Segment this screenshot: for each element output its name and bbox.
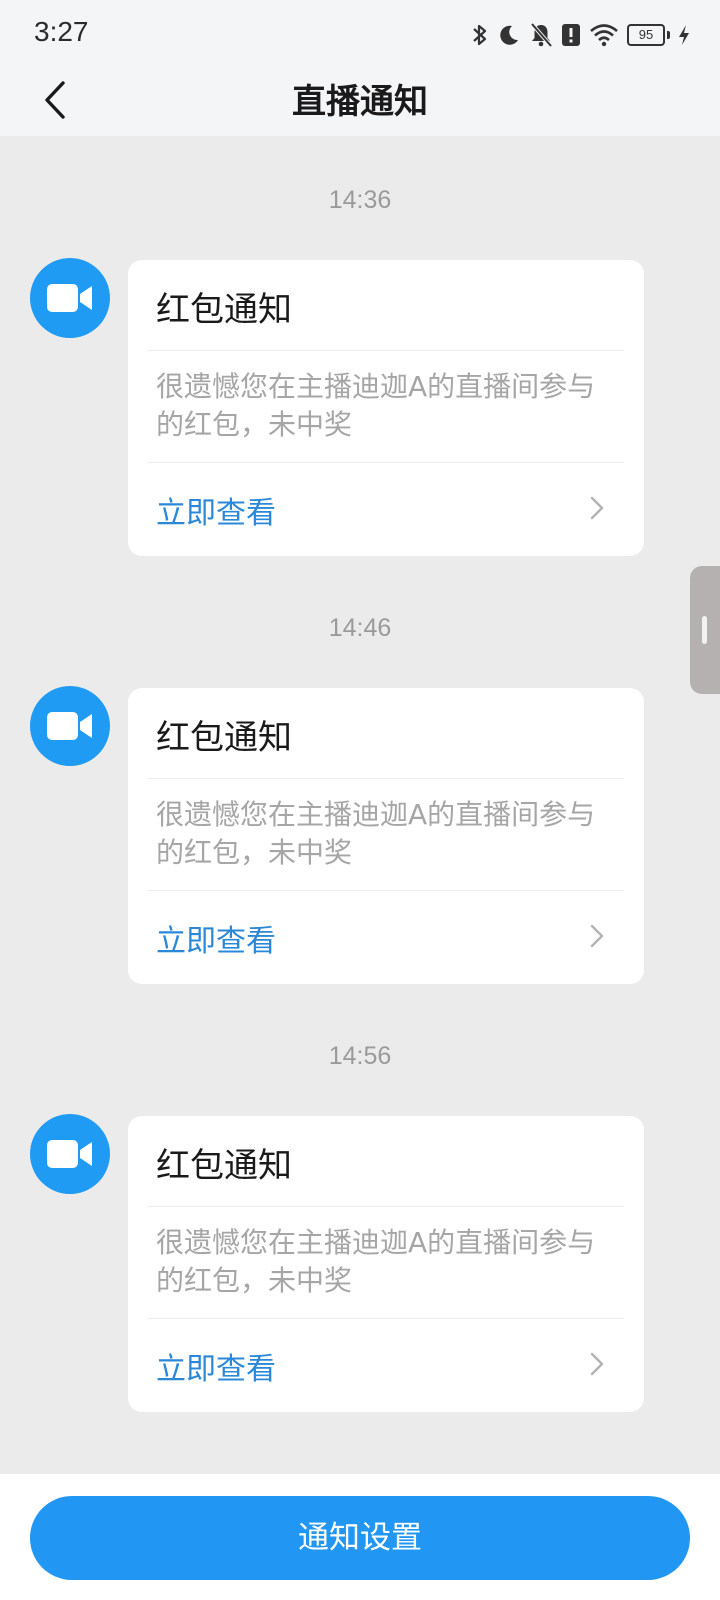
card-divider [148,1206,624,1207]
status-time: 3:27 [34,16,89,47]
notification-settings-button[interactable]: 通知设置 [30,1496,690,1580]
message-timestamp: 14:36 [328,186,392,214]
notification-card[interactable]: 红包通知 很遗憾您在主播迪迦A的直播间参与的红包，未中奖 立即查看 [128,260,644,556]
bottom-bar: 通知设置 [0,1474,720,1600]
view-now-link[interactable]: 立即查看 [128,890,644,984]
card-divider [148,778,624,779]
view-now-link[interactable]: 立即查看 [128,462,644,556]
floating-side-handle[interactable] [690,566,720,694]
video-camera-avatar[interactable] [30,1114,110,1194]
view-now-label: 立即查看 [156,496,276,531]
message-timestamp: 14:56 [328,1042,392,1070]
card-title: 红包通知 [156,718,292,758]
bluetooth-icon [471,22,489,48]
alert-icon [561,23,581,47]
wifi-icon [589,23,619,47]
moon-icon [497,23,521,47]
chevron-right-icon [590,924,604,952]
card-body: 很遗憾您在主播迪迦A的直播间参与的红包，未中奖 [156,798,596,869]
card-body: 很遗憾您在主播迪迦A的直播间参与的红包，未中奖 [156,1226,596,1297]
message-timestamp: 14:46 [328,614,392,642]
video-camera-avatar[interactable] [30,686,110,766]
battery-icon: 95 [627,24,670,46]
notification-card[interactable]: 红包通知 很遗憾您在主播迪迦A的直播间参与的红包，未中奖 立即查看 [128,688,644,984]
card-divider [148,350,624,351]
handle-grip [702,616,707,644]
chevron-right-icon [590,1352,604,1380]
video-camera-icon [47,284,92,312]
charging-icon [678,24,690,46]
page-title: 直播通知 [292,82,428,122]
battery-level: 95 [627,24,665,46]
status-icons: 95 [471,20,690,50]
status-bar: 3:27 95 [0,0,720,68]
card-title: 红包通知 [156,1146,292,1186]
view-now-link[interactable]: 立即查看 [128,1318,644,1412]
view-now-label: 立即查看 [156,924,276,959]
card-title: 红包通知 [156,290,292,330]
video-camera-icon [47,1140,92,1168]
view-now-label: 立即查看 [156,1352,276,1387]
video-camera-icon [47,712,92,740]
notification-card[interactable]: 红包通知 很遗憾您在主播迪迦A的直播间参与的红包，未中奖 立即查看 [128,1116,644,1412]
video-camera-avatar[interactable] [30,258,110,338]
chevron-right-icon [590,496,604,524]
bell-off-icon [529,22,553,48]
card-body: 很遗憾您在主播迪迦A的直播间参与的红包，未中奖 [156,370,596,441]
nav-bar: 直播通知 [0,68,720,136]
